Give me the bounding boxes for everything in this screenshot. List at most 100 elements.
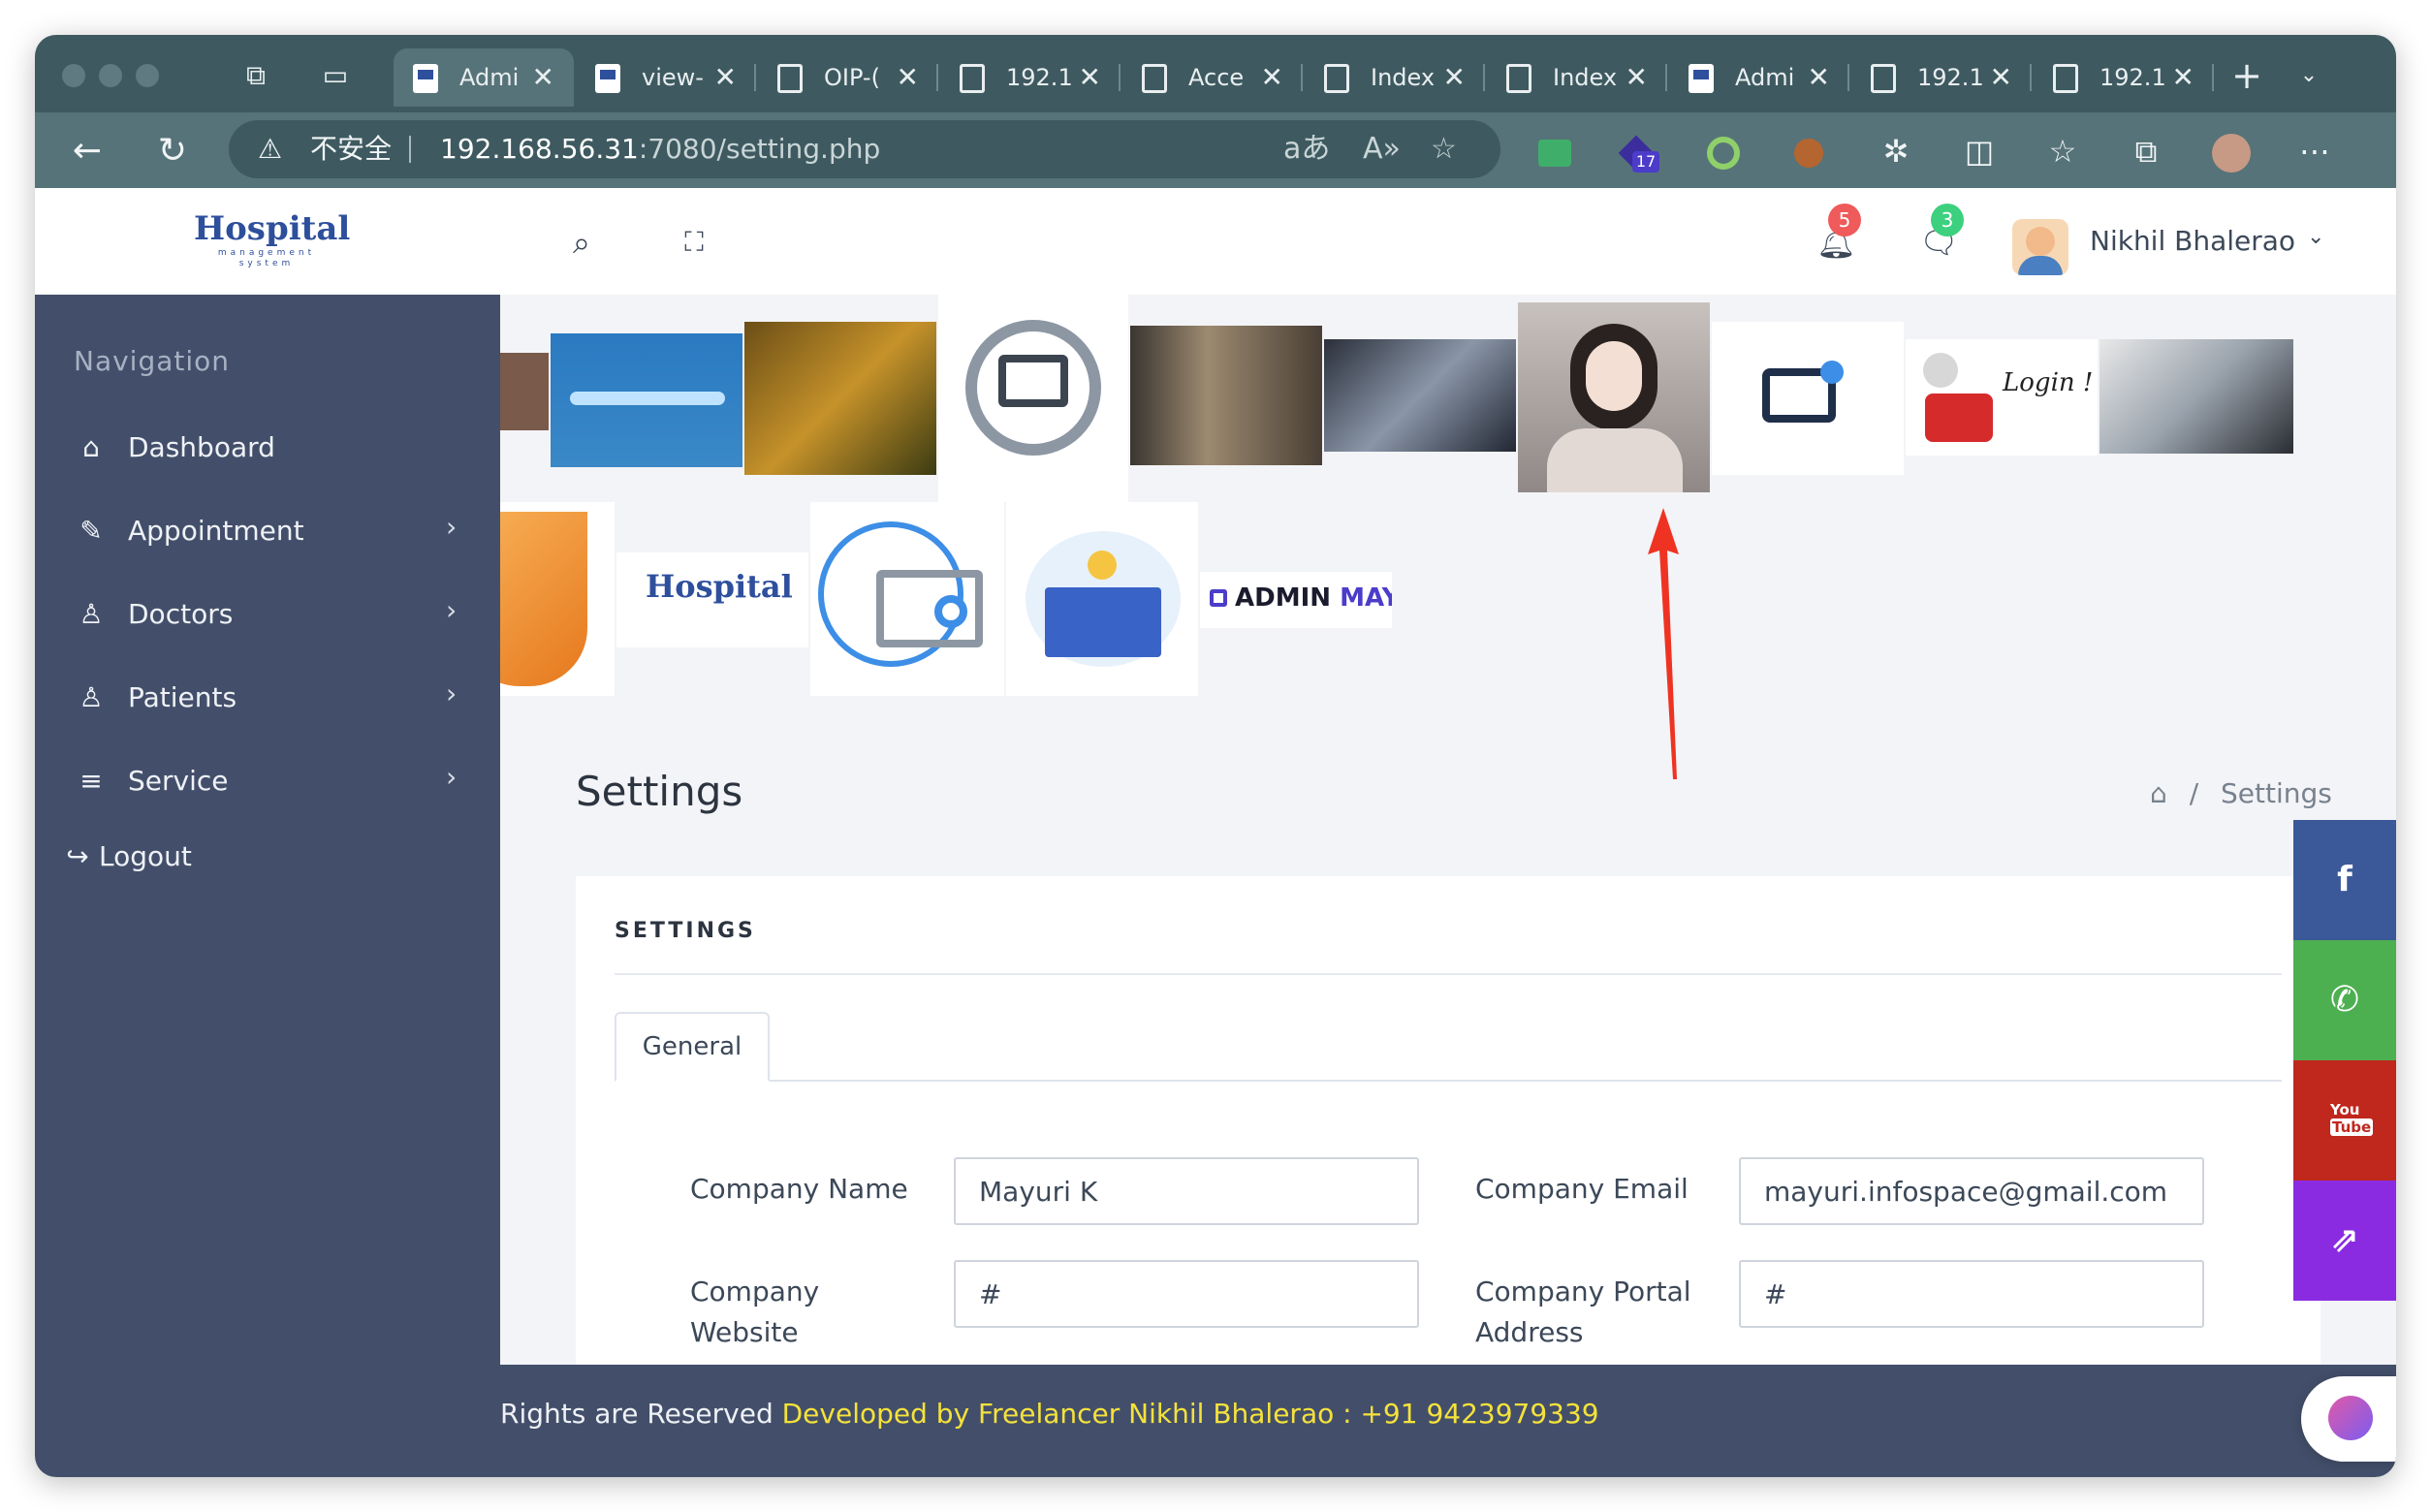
developer-credit[interactable]: Developed by Freelancer Nikhil Bhalerao … — [782, 1398, 1599, 1430]
whatsapp-icon: ✆ — [2329, 980, 2360, 1020]
favorites-list-icon[interactable]: ☆ — [2041, 130, 2084, 173]
url-field[interactable]: ⚠ 不安全 192.168.56.31:7080/setting.php aあ … — [229, 120, 1500, 178]
sidebar-item-service[interactable]: ≡ Service › — [35, 752, 500, 810]
search-icon[interactable]: ⌕ — [562, 223, 601, 262]
whatsapp-button[interactable]: ✆ — [2293, 940, 2396, 1060]
translate-icon[interactable]: aあ — [1283, 120, 1330, 178]
tab-actions-icon[interactable]: ▭ — [320, 60, 351, 91]
close-tab-icon[interactable]: ✕ — [1808, 48, 1830, 107]
read-aloud-icon[interactable]: A» — [1363, 120, 1401, 178]
facebook-icon: f — [2337, 860, 2352, 899]
browser-tab-6[interactable]: Index ✕ — [1305, 48, 1485, 107]
company-portal-field[interactable] — [1739, 1260, 2204, 1328]
browser-tab-4[interactable]: 192.1 ✕ — [940, 48, 1121, 107]
youtube-button[interactable]: You Tube — [2293, 1060, 2396, 1181]
close-tab-icon[interactable]: ✕ — [1443, 48, 1466, 107]
window-minimize-dot[interactable] — [99, 64, 122, 87]
water-splash-image — [551, 333, 742, 467]
back-arrow-icon[interactable]: ← — [68, 132, 107, 171]
home-icon: ⌂ — [82, 431, 100, 463]
cookie-extension-icon[interactable] — [1787, 130, 1830, 173]
message-count-badge: 3 — [1931, 204, 1964, 236]
close-tab-icon[interactable]: ✕ — [1626, 48, 1648, 107]
user-avatar[interactable] — [2012, 219, 2068, 275]
chevron-right-icon: › — [446, 761, 458, 793]
extensions-puzzle-icon[interactable]: ✲ — [1875, 130, 1917, 173]
browser-tab-8[interactable]: Admi ✕ — [1669, 48, 1849, 107]
close-tab-icon[interactable]: ✕ — [897, 48, 919, 107]
sidebar-item-logout[interactable]: ↪ Logout — [35, 828, 500, 886]
user-icon: ♙ — [79, 598, 104, 630]
browser-tab-2[interactable]: view- ✕ — [576, 48, 756, 107]
close-tab-icon[interactable]: ✕ — [2172, 48, 2194, 107]
close-tab-icon[interactable]: ✕ — [1990, 48, 2012, 107]
tab-general[interactable]: General — [615, 1012, 770, 1082]
close-tab-icon[interactable]: ✕ — [1079, 48, 1101, 107]
company-email-field[interactable] — [1739, 1157, 2204, 1225]
assistant-button[interactable] — [2301, 1376, 2396, 1462]
page-icon — [1324, 64, 1349, 93]
facebook-button[interactable]: f — [2293, 820, 2396, 940]
close-tab-icon[interactable]: ✕ — [714, 48, 737, 107]
monitor-settings-image — [1712, 322, 1904, 475]
browser-tab-3[interactable]: OIP-(✕ — [758, 48, 938, 107]
close-tab-icon[interactable]: ✕ — [532, 48, 554, 107]
company-website-field[interactable] — [954, 1260, 1419, 1328]
extension-badge-icon[interactable]: 17 — [1615, 130, 1659, 173]
window-close-dot[interactable] — [62, 64, 85, 87]
workspaces-icon[interactable]: ⧉ — [240, 60, 271, 91]
split-screen-icon[interactable]: ◫ — [1958, 130, 2001, 173]
page-icon — [960, 64, 985, 93]
sidebar-item-appointment[interactable]: ✎ Appointment › — [35, 502, 500, 560]
company-name-field[interactable] — [954, 1157, 1419, 1225]
close-tab-icon[interactable]: ✕ — [1261, 48, 1283, 107]
more-menu-icon[interactable]: ⋯ — [2293, 130, 2336, 173]
footer-text: Rights are Reserved Developed by Freelan… — [500, 1398, 1599, 1430]
company-email-label: Company Email — [1475, 1173, 1689, 1205]
browser-tab-5[interactable]: Acce ✕ — [1122, 48, 1303, 107]
browser-tab-7[interactable]: Index ✕ — [1487, 48, 1667, 107]
window-zoom-dot[interactable] — [136, 64, 159, 87]
devtools-extension-icon[interactable] — [1533, 130, 1576, 173]
admin-mayuri-logo-image: ADMIN MAYURI — [1200, 572, 1392, 628]
new-tab-icon[interactable]: + — [2231, 57, 2262, 94]
favicon-icon — [413, 64, 438, 93]
browser-tab-9[interactable]: 192.1 ✕ — [1851, 48, 2032, 107]
favicon-icon — [595, 64, 620, 93]
browser-tab-10[interactable]: 192.1 ✕ — [2034, 48, 2214, 107]
browser-tab-1[interactable]: Admi ✕ — [394, 48, 574, 107]
portrait-photo-image — [1518, 302, 1710, 492]
page-icon — [2053, 64, 2078, 93]
sidebar-title: Navigation — [74, 345, 231, 377]
reload-icon[interactable]: ↻ — [153, 132, 192, 171]
external-link-icon: ⇗ — [2329, 1220, 2360, 1260]
favorite-star-icon[interactable]: ☆ — [1431, 120, 1457, 178]
fullscreen-icon[interactable]: ⛶ — [675, 223, 713, 262]
user-name[interactable]: Nikhil Bhalerao — [2090, 225, 2295, 257]
browser-window: ⧉ ▭ Admi ✕ view- ✕ OIP-(✕ 192.1 ✕ Acce ✕ Ind… — [35, 35, 2396, 1477]
url-text[interactable]: 192.168.56.31:7080/setting.php — [440, 120, 880, 178]
tab-list-chevron-icon[interactable]: ⌄ — [2293, 60, 2324, 91]
computer-ideas-image — [1006, 502, 1198, 696]
sidebar-item-patients[interactable]: ♙ Patients › — [35, 669, 500, 727]
profile-avatar-icon[interactable] — [2210, 130, 2253, 173]
page-icon — [1871, 64, 1896, 93]
hospital-logo[interactable]: Hospital management system — [194, 209, 350, 283]
sidebar-item-doctors[interactable]: ♙ Doctors › — [35, 585, 500, 644]
company-website-label: Company Website — [690, 1276, 820, 1348]
page-icon — [777, 64, 803, 93]
menu-icon: ≡ — [79, 765, 103, 797]
home-icon[interactable]: ⌂ — [2150, 777, 2167, 809]
company-portal-label: Company Portal Address — [1475, 1276, 1691, 1348]
share-button[interactable]: ⇗ — [2293, 1181, 2396, 1301]
ring-extension-icon[interactable] — [1702, 130, 1745, 173]
chevron-down-icon[interactable]: ⌄ — [2307, 225, 2324, 249]
user-icon: ♙ — [79, 681, 104, 713]
monitor-gear-image — [938, 295, 1128, 502]
collections-icon[interactable]: ⧉ — [2125, 130, 2167, 173]
settings-card: SETTINGS General Company Name Company Em… — [576, 876, 2320, 1365]
sidebar-item-dashboard[interactable]: ⌂ Dashboard — [35, 419, 500, 477]
chevron-right-icon: › — [446, 594, 458, 626]
security-label[interactable]: 不安全 — [310, 120, 392, 178]
sidebar: Navigation ⌂ Dashboard ✎ Appointment › ♙… — [35, 295, 500, 1477]
